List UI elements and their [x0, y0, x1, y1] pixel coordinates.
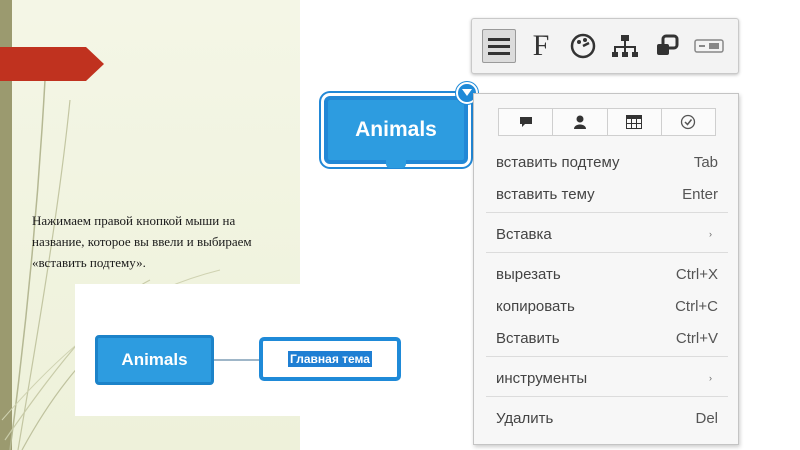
menu-icon-bar — [498, 108, 716, 136]
menu-item-shortcut: Enter — [682, 185, 718, 203]
menu-item-tools-submenu[interactable]: инструменты › — [496, 365, 718, 391]
menu-item-delete[interactable]: Удалить Del — [496, 405, 718, 431]
menu-item-label: вставить тему — [496, 185, 595, 203]
red-arrow-marker — [0, 47, 104, 81]
menu-item-label: вырезать — [496, 265, 561, 283]
mindmap-node-new-topic[interactable]: Главная тема — [259, 337, 401, 381]
mindmap-node-animals-small[interactable]: Animals — [95, 335, 214, 385]
mindmap-toolbar: F — [471, 18, 739, 74]
check-icon[interactable] — [662, 109, 715, 135]
instruction-text: Нажимаем правой кнопкой мыши на название… — [32, 213, 252, 270]
node-collapse-tab — [386, 160, 406, 168]
structure-icon[interactable] — [608, 29, 642, 63]
menu-item-cut[interactable]: вырезать Ctrl+X — [496, 261, 718, 287]
node-connector — [214, 359, 260, 361]
menu-icon[interactable] — [482, 29, 516, 63]
menu-item-label: Вставить — [496, 329, 560, 347]
menu-item-shortcut: Tab — [693, 153, 718, 171]
menu-item-label: копировать — [496, 297, 575, 315]
table-icon[interactable] — [608, 109, 662, 135]
menu-item-label: Удалить — [496, 409, 554, 427]
palette-icon[interactable] — [566, 29, 600, 63]
submenu-arrow-icon: › — [709, 373, 712, 383]
menu-item-label: инструменты — [496, 369, 588, 387]
menu-item-shortcut: Ctrl+V — [675, 329, 718, 347]
menu-item-shortcut: Ctrl+X — [675, 265, 718, 283]
menu-separator — [486, 356, 728, 357]
menu-separator — [486, 212, 728, 213]
menu-item-insert-topic[interactable]: вставить тему Enter — [496, 181, 718, 207]
menu-item-copy[interactable]: копировать Ctrl+C — [496, 293, 718, 319]
submenu-arrow-icon: › — [709, 229, 712, 239]
new-topic-label[interactable]: Главная тема — [288, 351, 372, 367]
menu-item-insert-submenu[interactable]: Вставка › — [496, 221, 718, 247]
menu-item-shortcut: Del — [695, 409, 718, 427]
menu-item-shortcut: Ctrl+C — [675, 297, 718, 315]
menu-separator — [486, 252, 728, 253]
menu-item-paste[interactable]: Вставить Ctrl+V — [496, 325, 718, 351]
menu-item-label: вставить подтему — [496, 153, 620, 171]
link-icon[interactable] — [650, 29, 684, 63]
menu-separator — [486, 396, 728, 397]
mindmap-node-animals[interactable]: Animals — [324, 96, 468, 164]
menu-item-label: Вставка — [496, 225, 552, 243]
font-icon[interactable]: F — [524, 29, 558, 63]
toggle-icon[interactable] — [692, 29, 726, 63]
user-icon[interactable] — [553, 109, 608, 135]
comment-icon[interactable] — [499, 109, 554, 135]
menu-item-insert-subtopic[interactable]: вставить подтему Tab — [496, 149, 718, 175]
context-menu: вставить подтему Tab вставить тему Enter… — [473, 93, 739, 445]
